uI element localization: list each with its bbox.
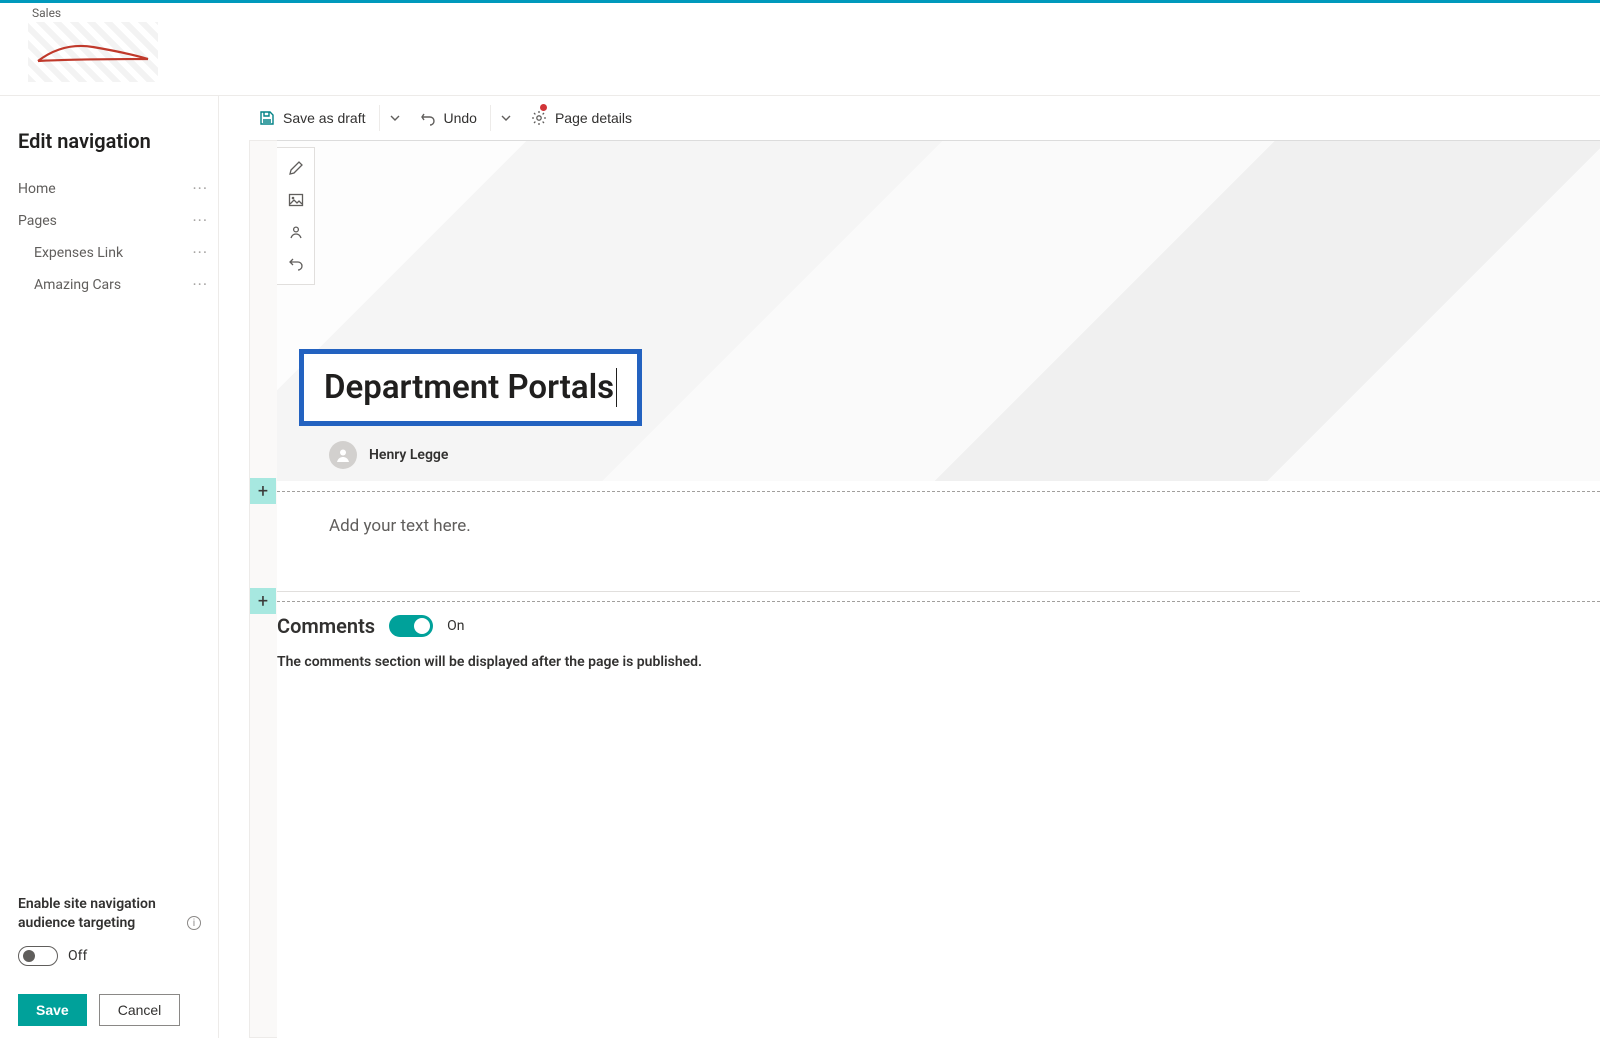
chevron-down-icon <box>390 113 400 123</box>
page-title-editor[interactable]: Department Portals <box>299 349 642 426</box>
text-placeholder: Add your text here. <box>329 516 471 536</box>
divider <box>379 105 380 131</box>
comments-heading: Comments <box>277 614 375 638</box>
nav-item-label: Pages <box>18 213 57 229</box>
save-button[interactable]: Save <box>18 994 87 1026</box>
comments-toggle[interactable] <box>389 615 433 637</box>
nav-item[interactable]: Expenses Link ··· <box>0 237 218 269</box>
focal-point-button[interactable] <box>280 216 312 248</box>
hero-banner: Department Portals Henry Legge <box>277 141 1600 481</box>
divider <box>277 591 1300 592</box>
page-details-button[interactable]: Page details <box>521 105 642 131</box>
ellipsis-icon[interactable]: ··· <box>192 213 208 229</box>
add-section-button[interactable]: + <box>250 478 276 504</box>
toggle-state-label: On <box>447 618 464 634</box>
image-icon <box>288 192 304 208</box>
gear-icon <box>531 110 547 126</box>
nav-item-label: Expenses Link <box>34 245 123 261</box>
add-section-button[interactable]: + <box>250 588 276 614</box>
undo-button[interactable]: Undo <box>410 105 487 131</box>
save-as-draft-button[interactable]: Save as draft <box>249 105 376 131</box>
reset-button[interactable] <box>280 248 312 280</box>
toggle-state-label: Off <box>68 948 87 964</box>
nav-item[interactable]: Pages ··· <box>0 205 218 237</box>
site-name[interactable]: Sales <box>0 3 1600 20</box>
page-title: Department Portals <box>324 368 617 407</box>
pencil-icon <box>288 160 304 176</box>
undo-icon <box>420 110 436 126</box>
ellipsis-icon[interactable]: ··· <box>192 277 208 293</box>
change-image-button[interactable] <box>280 184 312 216</box>
edit-title-button[interactable] <box>280 152 312 184</box>
author-name: Henry Legge <box>369 447 448 463</box>
info-icon[interactable]: i <box>187 916 201 930</box>
page-details-label: Page details <box>555 110 632 126</box>
save-icon <box>259 110 275 126</box>
nav-item-label: Amazing Cars <box>34 277 121 293</box>
cancel-button[interactable]: Cancel <box>99 994 181 1026</box>
command-bar: Save as draft Undo Page details <box>219 96 1600 140</box>
undo-icon <box>288 256 304 272</box>
chevron-down-icon <box>501 113 511 123</box>
edit-navigation-panel: Edit navigation Home ··· Pages ··· Expen… <box>0 96 219 1038</box>
nav-item-label: Home <box>18 181 56 197</box>
save-draft-chevron[interactable] <box>383 103 407 133</box>
undo-label: Undo <box>444 110 477 126</box>
comments-note: The comments section will be displayed a… <box>277 654 1600 670</box>
site-logo[interactable] <box>28 22 158 82</box>
person-icon <box>335 447 351 463</box>
author-row[interactable]: Henry Legge <box>329 441 448 469</box>
avatar <box>329 441 357 469</box>
audience-targeting-toggle[interactable] <box>18 946 58 966</box>
hero-toolbar <box>277 147 315 285</box>
text-webpart[interactable]: Add your text here. <box>277 481 1600 561</box>
divider <box>490 105 491 131</box>
ellipsis-icon[interactable]: ··· <box>192 181 208 197</box>
save-as-draft-label: Save as draft <box>283 110 366 126</box>
ellipsis-icon[interactable]: ··· <box>192 245 208 261</box>
nav-item[interactable]: Home ··· <box>0 173 218 205</box>
audience-targeting-label: Enable site navigation audience targetin… <box>18 895 183 934</box>
panel-heading: Edit navigation <box>0 129 218 173</box>
badge-dot-icon <box>540 104 547 111</box>
person-icon <box>288 224 304 240</box>
nav-item[interactable]: Amazing Cars ··· <box>0 269 218 301</box>
undo-chevron[interactable] <box>494 103 518 133</box>
